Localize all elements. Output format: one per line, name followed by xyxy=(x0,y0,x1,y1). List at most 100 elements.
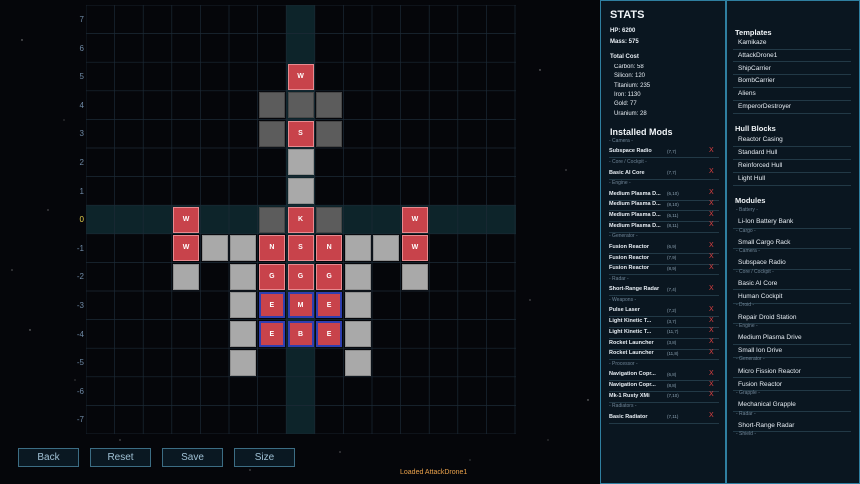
module-item[interactable]: Li-Ion Battery Bank xyxy=(738,218,793,225)
module-item[interactable]: Mechanical Grapple xyxy=(738,401,796,408)
hull-block[interactable] xyxy=(258,120,285,147)
size-button[interactable]: Size xyxy=(234,448,295,467)
module-block[interactable]: W xyxy=(401,235,428,262)
hull-block-item[interactable]: Standard Hull xyxy=(738,149,777,156)
module-block[interactable]: S xyxy=(287,235,314,262)
module-block[interactable]: W xyxy=(173,206,200,233)
remove-mod-icon[interactable]: X xyxy=(709,242,714,249)
module-block[interactable]: N xyxy=(258,235,285,262)
module-block[interactable]: M xyxy=(287,292,314,319)
remove-mod-icon[interactable]: X xyxy=(709,317,714,324)
hull-block-item[interactable]: Reactor Casing xyxy=(738,136,783,143)
module-item[interactable]: Human Cockpit xyxy=(738,293,782,300)
remove-mod-icon[interactable]: X xyxy=(709,264,714,271)
hull-block[interactable] xyxy=(373,235,400,262)
module-block[interactable]: E xyxy=(316,292,343,319)
remove-mod-icon[interactable]: X xyxy=(709,200,714,207)
cost-item: Gold: 77 xyxy=(614,101,637,108)
remove-mod-icon[interactable]: X xyxy=(709,381,714,388)
template-item[interactable]: AttackDrone1 xyxy=(738,52,777,59)
hull-block[interactable] xyxy=(258,92,285,119)
remove-mod-icon[interactable]: X xyxy=(709,370,714,377)
hull-block[interactable] xyxy=(344,292,371,319)
hull-block[interactable] xyxy=(201,235,228,262)
module-category-label: - Core / Cockpit - xyxy=(736,268,774,275)
hull-block[interactable] xyxy=(173,263,200,290)
cost-item: Titanium: 235 xyxy=(614,82,651,89)
remove-mod-icon[interactable]: X xyxy=(709,412,714,419)
remove-mod-icon[interactable]: X xyxy=(709,211,714,218)
template-item[interactable]: ShipCarrier xyxy=(738,65,771,72)
hull-block[interactable] xyxy=(316,92,343,119)
remove-mod-icon[interactable]: X xyxy=(709,327,714,334)
axis-tick-label: -2 xyxy=(76,272,84,282)
remove-mod-icon[interactable]: X xyxy=(709,349,714,356)
reset-button[interactable]: Reset xyxy=(90,448,151,467)
module-block[interactable]: E xyxy=(258,292,285,319)
hull-block[interactable] xyxy=(258,206,285,233)
remove-mod-icon[interactable]: X xyxy=(709,285,714,292)
module-item[interactable]: Subspace Radio xyxy=(738,259,786,266)
module-block[interactable]: W xyxy=(401,206,428,233)
axis-tick-label: 1 xyxy=(79,186,84,196)
module-block[interactable]: K xyxy=(287,206,314,233)
module-block[interactable]: G xyxy=(287,263,314,290)
module-item[interactable]: Micro Fission Reactor xyxy=(738,368,801,375)
hull-block[interactable] xyxy=(316,120,343,147)
remove-mod-icon[interactable]: X xyxy=(709,391,714,398)
module-item[interactable]: Small Cargo Rack xyxy=(738,239,790,246)
hull-block[interactable] xyxy=(230,292,257,319)
module-item[interactable]: Repair Droid Station xyxy=(738,314,797,321)
installed-mod-slot: (6,9) xyxy=(667,244,677,250)
remove-mod-icon[interactable]: X xyxy=(709,147,714,154)
module-block[interactable]: W xyxy=(287,63,314,90)
module-item[interactable]: Small Ion Drive xyxy=(738,347,782,354)
hull-block-item[interactable]: Light Hull xyxy=(738,175,765,182)
remove-mod-icon[interactable]: X xyxy=(709,306,714,313)
module-item[interactable]: Basic AI Core xyxy=(738,280,777,287)
module-category-label: - Battery - xyxy=(736,207,758,213)
module-item[interactable]: Medium Plasma Drive xyxy=(738,334,802,341)
back-button[interactable]: Back xyxy=(18,448,79,467)
hull-block[interactable] xyxy=(230,320,257,347)
hull-block[interactable] xyxy=(344,263,371,290)
module-block[interactable]: E xyxy=(316,320,343,347)
stats-title: STATS xyxy=(610,9,645,21)
module-block[interactable]: S xyxy=(287,120,314,147)
hull-block[interactable] xyxy=(344,320,371,347)
remove-mod-icon[interactable]: X xyxy=(709,338,714,345)
remove-mod-icon[interactable]: X xyxy=(709,189,714,196)
cost-item: Iron: 1130 xyxy=(614,91,641,98)
module-block[interactable]: W xyxy=(173,235,200,262)
module-category-label: - Cargo - xyxy=(736,227,756,234)
remove-mod-icon[interactable]: X xyxy=(709,168,714,175)
remove-mod-icon[interactable]: X xyxy=(709,221,714,228)
module-block[interactable]: E xyxy=(258,320,285,347)
module-item[interactable]: Short-Range Radar xyxy=(738,422,794,429)
template-item[interactable]: EmperorDestroyer xyxy=(738,103,791,110)
hull-block-item[interactable]: Reinforced Hull xyxy=(738,162,782,169)
module-block[interactable]: G xyxy=(316,263,343,290)
module-block[interactable]: G xyxy=(258,263,285,290)
save-button[interactable]: Save xyxy=(162,448,223,467)
hull-block[interactable] xyxy=(230,235,257,262)
hull-block[interactable] xyxy=(316,206,343,233)
module-block[interactable]: B xyxy=(287,320,314,347)
template-item[interactable]: Aliens xyxy=(738,90,756,97)
hull-block[interactable] xyxy=(287,92,314,119)
modules-title: Modules xyxy=(735,196,766,205)
hull-block[interactable] xyxy=(287,149,314,176)
installed-mod-slot: (8,11) xyxy=(667,223,679,229)
module-item[interactable]: Fusion Reactor xyxy=(738,381,782,388)
hull-block[interactable] xyxy=(344,235,371,262)
hull-block[interactable] xyxy=(401,263,428,290)
hull-block[interactable] xyxy=(344,349,371,376)
ship-grid[interactable]: W S W K W W N S N W G G G E M E E B E xyxy=(86,5,516,434)
hull-block[interactable] xyxy=(287,177,314,204)
module-block[interactable]: N xyxy=(316,235,343,262)
remove-mod-icon[interactable]: X xyxy=(709,253,714,260)
hull-block[interactable] xyxy=(230,263,257,290)
template-item[interactable]: Kamikaze xyxy=(738,39,767,46)
template-item[interactable]: BombCarrier xyxy=(738,77,775,84)
hull-block[interactable] xyxy=(230,349,257,376)
